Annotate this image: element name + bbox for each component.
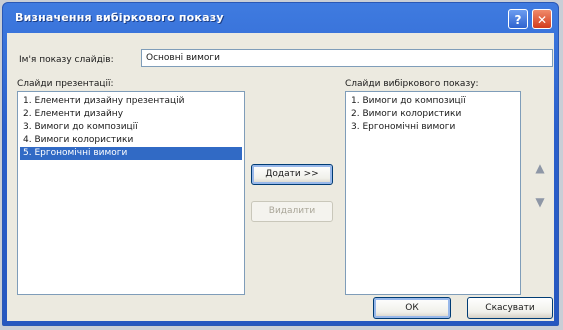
custom-show-slides-list[interactable]: 1. Вимоги до композиції 2. Вимоги колорис… — [345, 91, 521, 295]
help-button[interactable]: ? — [508, 9, 528, 29]
list-item[interactable]: 3. Ергономічні вимоги — [348, 121, 518, 134]
custom-show-dialog: Визначення вибіркового показу ? ✕ Ім'я п… — [2, 2, 559, 326]
custom-show-slides-label: Слайди вибіркового показу: — [345, 79, 479, 89]
move-down-button[interactable]: ▼ — [532, 194, 548, 210]
show-name-label: Ім'я показу слайдів: — [19, 55, 114, 65]
list-item[interactable]: 4. Вимоги колористики — [20, 134, 242, 147]
arrow-down-icon: ▼ — [535, 195, 545, 209]
list-item[interactable]: 3. Вимоги до композиції — [20, 121, 242, 134]
remove-button[interactable]: Видалити — [251, 201, 333, 222]
list-item[interactable]: 1. Елементи дизайну презентацій — [20, 95, 242, 108]
cancel-button[interactable]: Скасувати — [467, 297, 553, 319]
list-item[interactable]: 1. Вимоги до композиції — [348, 95, 518, 108]
close-button[interactable]: ✕ — [532, 9, 552, 29]
ok-button[interactable]: ОК — [373, 297, 451, 319]
presentation-slides-list[interactable]: 1. Елементи дизайну презентацій 2. Елемен… — [17, 91, 245, 295]
arrow-up-icon: ▲ — [535, 161, 545, 175]
move-up-button[interactable]: ▲ — [532, 160, 548, 176]
list-item[interactable]: 2. Вимоги колористики — [348, 108, 518, 121]
list-item[interactable]: 2. Елементи дизайну — [20, 108, 242, 121]
show-name-input[interactable] — [141, 49, 553, 67]
title-bar[interactable]: Визначення вибіркового показу ? ✕ — [3, 3, 558, 33]
dialog-title: Визначення вибіркового показу — [15, 11, 224, 24]
presentation-slides-label: Слайди презентації: — [17, 79, 114, 89]
list-item[interactable]: 5. Ергономічні вимоги — [20, 147, 242, 160]
dialog-body: Ім'я показу слайдів: Слайди презентації:… — [7, 33, 554, 321]
add-button[interactable]: Додати >> — [251, 164, 333, 185]
